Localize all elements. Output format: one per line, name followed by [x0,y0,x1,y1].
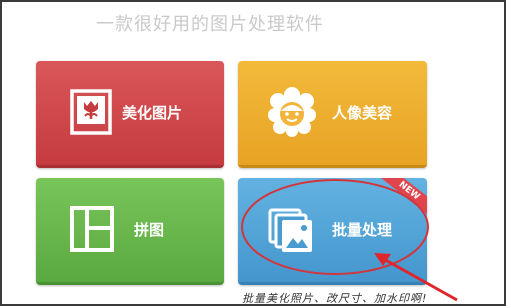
batch-process-tile[interactable]: 批量处理 NEW [238,178,427,285]
beautify-photo-label: 美化图片 [122,104,183,122]
batch-process-label: 批量处理 [332,221,393,239]
page-title: 一款很好用的图片处理软件 [96,14,324,35]
photo-flower-icon [70,89,112,139]
handwritten-note: 批量美化照片、改尺寸、加水印啊! [242,292,428,305]
face-icon [268,87,316,141]
beautify-photo-tile[interactable]: 美化图片 [36,61,224,168]
portrait-beauty-label: 人像美容 [332,104,393,122]
screenshot-frame: 一款很好用的图片处理软件 美化图片 人像美容 拼图 批量处理 NEW 批量美化照… [0,0,506,306]
collage-label: 拼图 [134,221,165,239]
collage-tile[interactable]: 拼图 [36,178,224,285]
new-badge: NEW [373,178,427,222]
collage-icon [70,206,114,256]
portrait-beauty-tile[interactable]: 人像美容 [238,61,427,168]
stacked-photos-icon [268,208,314,258]
